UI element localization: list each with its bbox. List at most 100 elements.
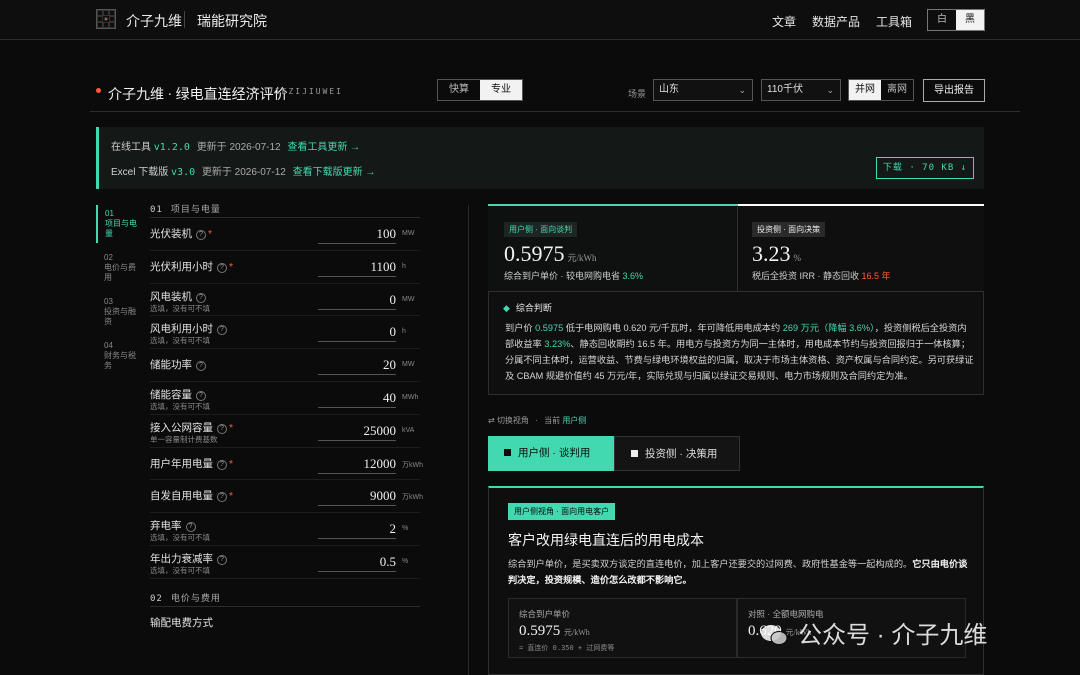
excel-label: Excel 下载版: [111, 167, 169, 178]
field-input[interactable]: 0.5: [318, 554, 396, 572]
nav-link-data-products[interactable]: 数据产品: [812, 13, 860, 30]
logo-icon[interactable]: [96, 9, 116, 29]
form-row: 风电利用小时? 选填，没有可不填 0 h: [150, 316, 420, 350]
online-update-date: 更新于 2026-07-12: [196, 142, 281, 153]
form-row: 风电装机? 选填，没有可不填 0 MW: [150, 284, 420, 317]
scene-label: 场景: [628, 89, 647, 99]
step-price[interactable]: 02 电价与费用: [96, 249, 138, 287]
section-number: 02: [150, 593, 163, 604]
investor-side-badge: 投资侧 · 面向决策: [752, 222, 826, 237]
nav-link-articles[interactable]: 文章: [772, 13, 796, 30]
form-row: 用户年用电量? * 12000 万kWh: [150, 448, 423, 481]
field-input[interactable]: 12000: [318, 456, 396, 474]
field-input[interactable]: 40: [318, 390, 396, 408]
online-changelog-link[interactable]: 查看工具更新 →: [287, 142, 360, 153]
page-title-latin: JIEZIJIUWEI: [268, 87, 343, 96]
online-version: v1.2.0: [153, 142, 190, 153]
form-row: 光伏装机? * 100 MW: [150, 218, 420, 251]
online-tool-label: 在线工具: [111, 142, 151, 153]
voltage-select[interactable]: 110千伏 ⌄: [761, 79, 841, 101]
field-label-text: 接入公网容量: [150, 421, 213, 434]
region-select[interactable]: 山东 ⌄: [653, 79, 753, 101]
field-unit: kVA: [402, 426, 415, 434]
field-label: 自发自用电量? *: [150, 488, 233, 503]
field-input[interactable]: 2: [318, 521, 396, 540]
field-input[interactable]: 100: [318, 226, 396, 244]
help-icon[interactable]: ?: [185, 522, 196, 533]
required-mark: *: [229, 421, 234, 434]
help-icon[interactable]: ?: [217, 262, 227, 273]
form-row: 自发自用电量? * 9000 万kWh: [150, 480, 423, 514]
field-label-text: 储能功率: [150, 359, 192, 372]
help-icon[interactable]: ?: [196, 292, 206, 303]
step-number: 02: [104, 253, 113, 262]
field-input[interactable]: 25000: [318, 423, 396, 441]
summary-highlight: 269 万元（降幅 3.6%）: [782, 323, 875, 333]
step-investment[interactable]: 03 投资与融资: [96, 293, 138, 331]
watermark: 公众号 · 介子九维: [760, 615, 987, 650]
field-hint: 选填，没有可不填: [150, 336, 210, 346]
section-title-price: 02 电价与费用: [150, 589, 420, 607]
theme-dark-button[interactable]: 黑: [956, 10, 984, 30]
user-saving-percent: 3.6%: [622, 271, 644, 281]
step-label: 电价与费用: [104, 263, 136, 282]
field-input[interactable]: 20: [318, 357, 396, 376]
step-project[interactable]: 01 项目与电量: [96, 205, 138, 243]
user-price-value: 0.5975 元/kWh: [504, 241, 597, 267]
mini-card-sub: = 直连价 0.350 + 过网费等: [519, 644, 615, 652]
excel-changelog-link[interactable]: 查看下载版更新 →: [293, 167, 376, 178]
help-icon[interactable]: ?: [217, 492, 227, 503]
help-icon[interactable]: ?: [196, 390, 206, 401]
field-label-text: 储能容量: [150, 388, 192, 401]
field-unit: 万kWh: [402, 461, 423, 469]
help-icon[interactable]: ?: [196, 361, 206, 372]
help-icon[interactable]: ?: [217, 423, 227, 434]
mode-fast-button[interactable]: 快算: [438, 80, 480, 100]
theme-light-button[interactable]: 白: [928, 10, 956, 30]
field-label-text: 风电利用小时: [150, 323, 213, 336]
section-number: 01: [150, 205, 163, 215]
nav-link-toolbox[interactable]: 工具箱: [876, 13, 912, 30]
section-title-text: 电价与费用: [170, 592, 221, 603]
field-input[interactable]: 1100: [318, 259, 396, 277]
form-row: 弃电率? 选填，没有可不填 2%: [150, 513, 420, 546]
field-hint: 选填，没有可不填: [150, 303, 210, 313]
field-label: 光伏装机? *: [150, 226, 212, 241]
field-label-text: 弃电率: [150, 520, 182, 533]
brand-divider: [184, 11, 185, 28]
field-label: 风电利用小时?: [150, 321, 229, 336]
section-steps: 01 项目与电量 02 电价与费用 03 投资与融资 04 财务与税务: [96, 205, 138, 381]
brand-name[interactable]: 介子九维: [126, 11, 182, 31]
help-icon[interactable]: ?: [217, 554, 227, 565]
top-nav: 介子九维 瑞能研究院 文章 数据产品 工具箱 白 黑: [0, 0, 1080, 40]
help-icon[interactable]: ?: [196, 230, 206, 240]
step-label: 项目与电量: [105, 219, 137, 238]
field-input[interactable]: 0: [318, 292, 396, 310]
field-label-text: 年出力衰减率: [150, 552, 213, 565]
field-input[interactable]: 9000: [318, 488, 396, 507]
tab-investor-view[interactable]: 投资侧 · 决策用: [614, 436, 740, 471]
separator-dot: ·: [535, 416, 538, 425]
region-select-value: 山东: [659, 84, 679, 95]
field-hint: 选填，没有可不填: [150, 533, 210, 543]
required-mark: *: [229, 260, 234, 273]
mode-toggle: 快算 专业: [437, 79, 523, 101]
voltage-select-value: 110千伏: [767, 84, 803, 95]
help-icon[interactable]: ?: [217, 325, 227, 336]
off-grid-button[interactable]: 离网: [881, 80, 913, 100]
grid-connected-button[interactable]: 并网: [849, 80, 881, 100]
step-finance[interactable]: 04 财务与税务: [96, 337, 138, 375]
detail-title: 客户改用绿电直连后的用电成本: [508, 534, 704, 549]
tab-user-view[interactable]: 用户侧 · 谈判用: [488, 436, 614, 471]
mode-pro-button[interactable]: 专业: [480, 80, 522, 100]
help-icon[interactable]: ?: [217, 459, 227, 470]
export-report-button[interactable]: 导出报告: [923, 79, 985, 102]
overall-judgement-panel: ◆ 综合判断 到户价 0.5975 低于电网购电 0.620 元/千瓦时，年可降低…: [488, 291, 984, 395]
field-label: 光伏利用小时? *: [150, 259, 233, 274]
field-input[interactable]: 0: [318, 324, 396, 343]
field-unit: 万kWh: [402, 494, 423, 502]
download-button[interactable]: 下载 · 70 KB ↓: [876, 157, 974, 179]
step-number: 04: [104, 341, 113, 350]
field-unit: MW: [402, 295, 415, 303]
user-price-note: 综合到户单价 · 较电网购电省 3.6%: [504, 269, 643, 282]
